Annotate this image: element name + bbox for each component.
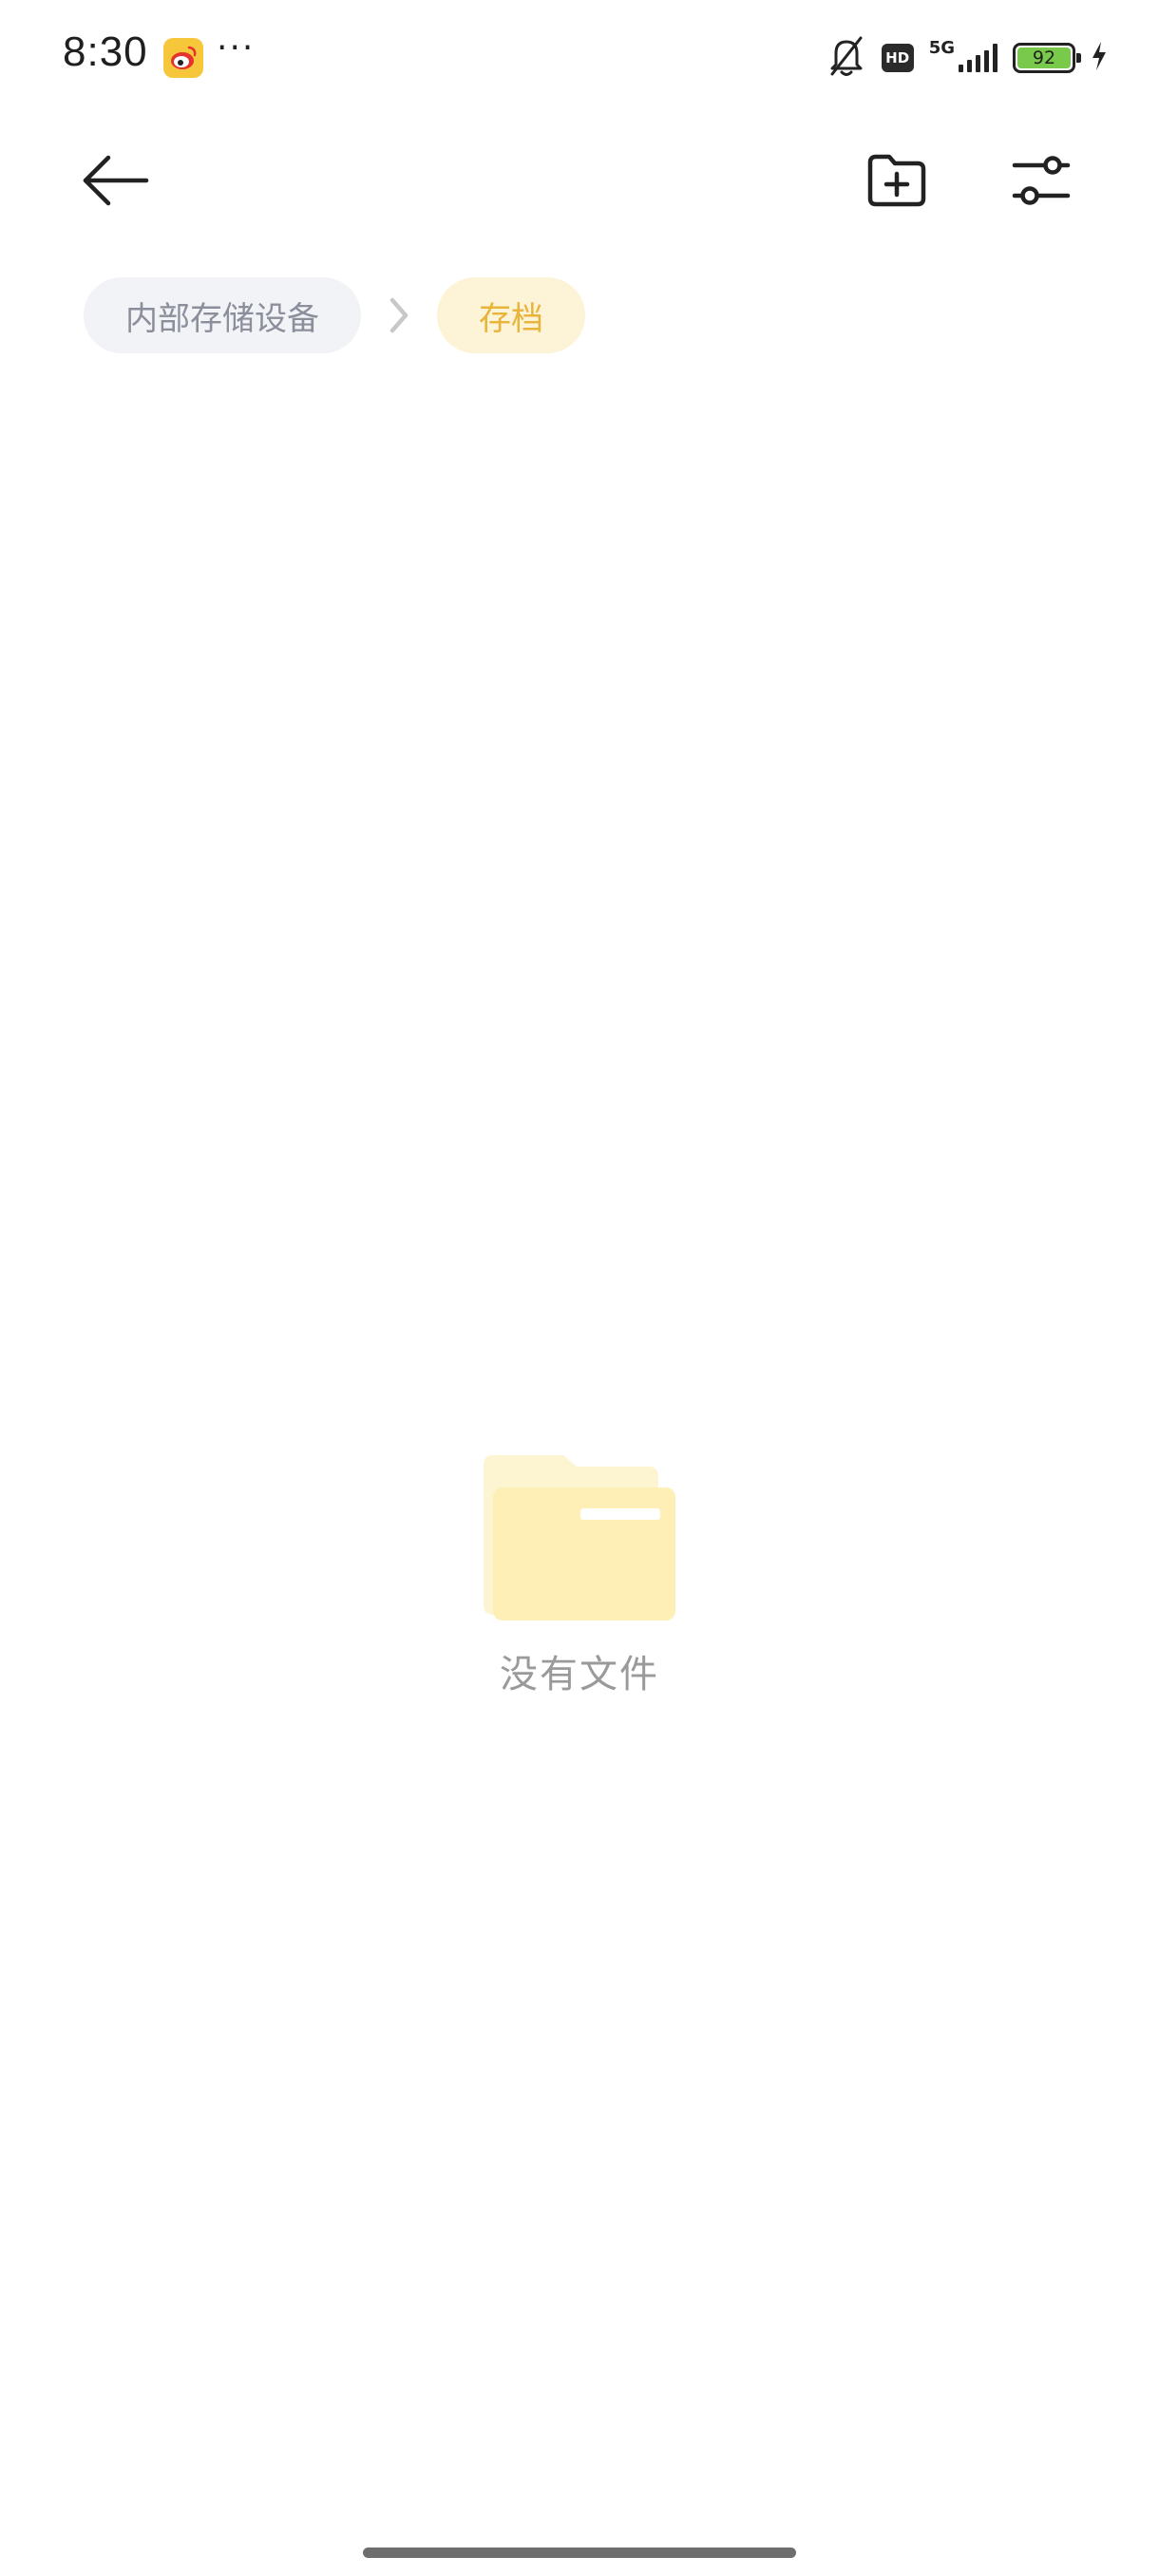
- folder-icon: [478, 1453, 677, 1624]
- bell-off-icon: [826, 34, 866, 82]
- charging-bolt-icon: [1091, 41, 1108, 75]
- breadcrumb-item-internal-storage[interactable]: 内部存储设备: [84, 277, 361, 353]
- more-notifications-indicator: ···: [217, 28, 256, 67]
- battery-level: 92: [1017, 47, 1071, 68]
- back-button[interactable]: [68, 135, 163, 230]
- home-indicator[interactable]: [363, 2548, 796, 2558]
- status-time: 8:30: [63, 28, 148, 75]
- breadcrumb-item-archive[interactable]: 存档: [437, 277, 585, 353]
- network-type-label: 5G: [928, 38, 955, 58]
- folder-plus-icon: [866, 153, 927, 212]
- status-icons: HD 5G 92: [826, 34, 1108, 82]
- weibo-app-icon: [163, 38, 203, 78]
- empty-state-text: 没有文件: [500, 1653, 659, 1696]
- signal-icon: [959, 44, 998, 72]
- battery-icon: 92: [1013, 43, 1081, 73]
- hd-badge: HD: [881, 44, 914, 72]
- sliders-icon: [1011, 152, 1072, 213]
- chevron-right-icon: [361, 277, 437, 353]
- arrow-left-icon: [80, 154, 152, 211]
- new-folder-button[interactable]: [849, 135, 944, 230]
- status-bar: 8:30 ··· HD 5G 92: [0, 0, 1159, 114]
- breadcrumb: 内部存储设备 存档: [84, 277, 585, 353]
- filter-settings-button[interactable]: [994, 135, 1089, 230]
- empty-state: 没有文件: [0, 1453, 1159, 1698]
